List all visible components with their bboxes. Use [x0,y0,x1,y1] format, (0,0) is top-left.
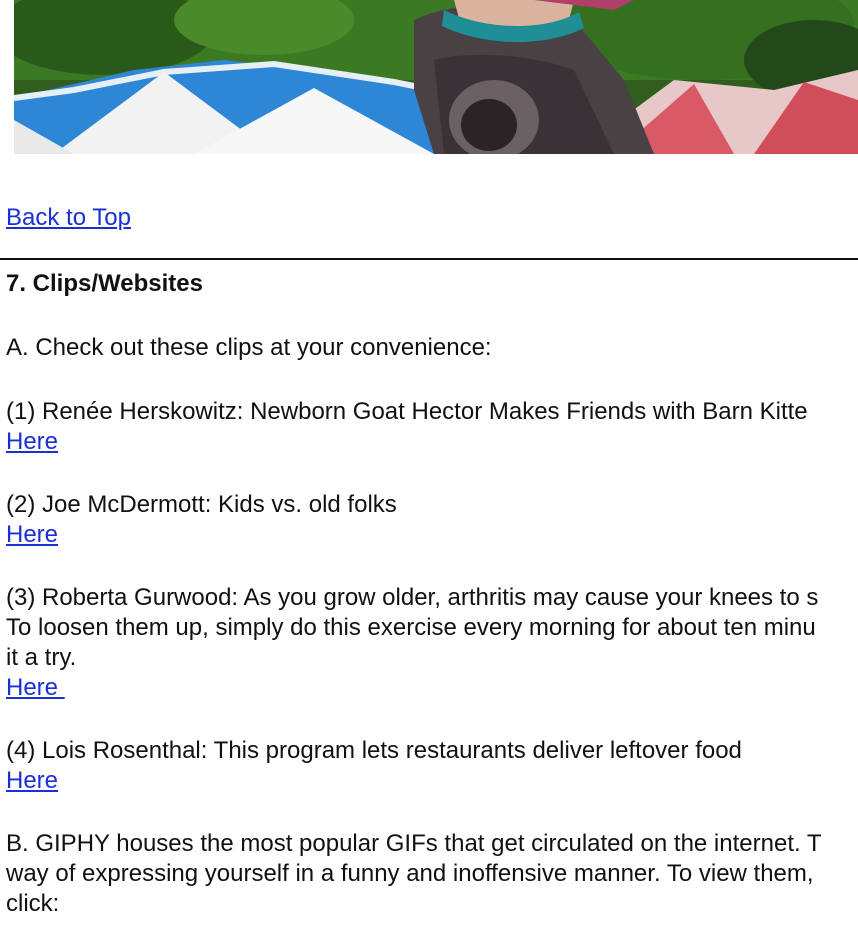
clip-description: To loosen them up, simply do this exerci… [6,614,816,641]
clip-description: (2) Joe McDermott: Kids vs. old folks [6,491,397,518]
clip-description: (1) Renée Herskowitz: Newborn Goat Hecto… [6,398,808,425]
back-to-top-link[interactable]: Back to Top [6,203,131,233]
giphy-text: click: [6,890,60,917]
clip-item-1: (1) Renée Herskowitz: Newborn Goat Hecto… [6,397,858,457]
clip-description: (3) Roberta Gurwood: As you grow older, … [6,584,819,611]
clip-item-4: (4) Lois Rosenthal: This program lets re… [6,736,858,796]
clip-link-3[interactable]: Here [6,674,65,701]
clip-link-2[interactable]: Here [6,521,58,548]
header-photo [14,0,858,154]
section-divider [0,258,858,260]
giphy-text: B. GIPHY houses the most popular GIFs th… [6,830,822,857]
intro-text: A. Check out these clips at your conveni… [6,334,492,361]
clip-item-2: (2) Joe McDermott: Kids vs. old folks He… [6,490,858,550]
clip-link-4[interactable]: Here [6,767,58,794]
clip-link-1[interactable]: Here [6,428,58,455]
clip-item-3: (3) Roberta Gurwood: As you grow older, … [6,583,858,703]
section-title: 7. Clips/Websites [6,270,203,297]
giphy-text: way of expressing yourself in a funny an… [6,860,814,887]
clip-description: it a try. [6,644,77,671]
giphy-paragraph: B. GIPHY houses the most popular GIFs th… [6,829,858,919]
clips-websites-section: 7. Clips/Websites A. Check out these cli… [6,269,858,919]
clip-description: (4) Lois Rosenthal: This program lets re… [6,737,742,764]
